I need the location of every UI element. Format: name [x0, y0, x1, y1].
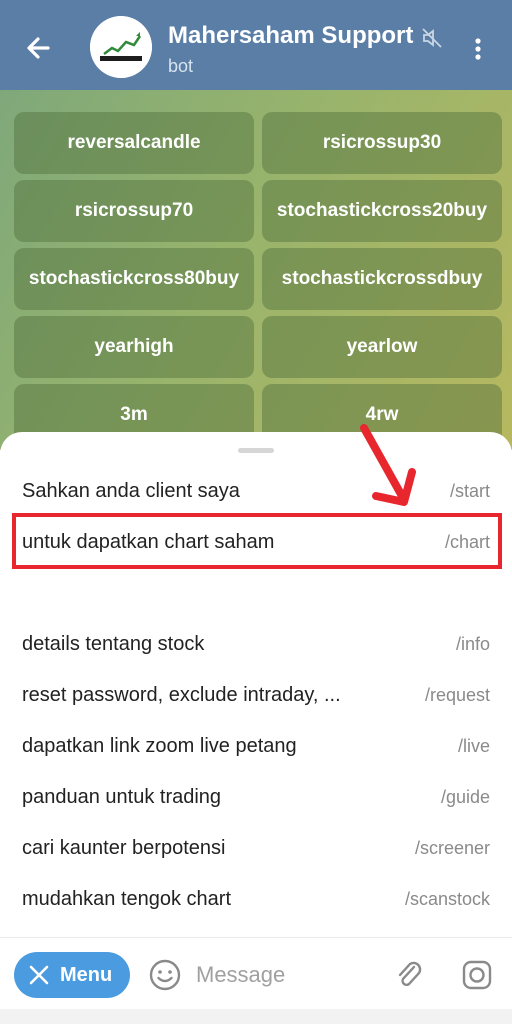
bot-avatar[interactable]: [90, 16, 152, 78]
menu-button-label: Menu: [60, 963, 113, 986]
chat-subtitle: bot: [168, 56, 194, 76]
keyboard-button[interactable]: stochastickcross20buy: [262, 180, 502, 242]
back-arrow-icon[interactable]: [20, 28, 60, 68]
keyboard-button[interactable]: stochastickcrossdbuy: [262, 248, 502, 310]
command-item-guide[interactable]: panduan untuk trading /guide: [0, 772, 512, 822]
close-icon: [29, 965, 49, 985]
keyboard-button[interactable]: rsicrossup70: [14, 180, 254, 242]
command-description: mudahkan tengok chart: [22, 887, 232, 910]
bot-logo-icon: [90, 16, 152, 78]
command-item-request[interactable]: reset password, exclude intraday, ... /r…: [0, 670, 512, 720]
command-description: Sahkan anda client saya: [22, 479, 240, 502]
command-code: /screener: [414, 837, 490, 858]
message-input-bar: Menu: [0, 937, 512, 1009]
system-nav-bar: [0, 1009, 512, 1024]
command-description: cari kaunter berpotensi: [22, 836, 226, 859]
message-input[interactable]: [196, 956, 376, 994]
command-description: details tentang stock: [22, 632, 205, 655]
command-item-scanstock[interactable]: mudahkan tengok chart /scanstock: [0, 874, 512, 924]
command-description: dapatkan link zoom live petang: [22, 734, 297, 757]
command-code: /guide: [440, 786, 490, 807]
command-item-start[interactable]: Sahkan anda client saya /start: [0, 466, 512, 516]
highlight-box: [12, 513, 502, 569]
keyboard-button[interactable]: reversalcandle: [14, 112, 254, 174]
red-arrow-icon: [360, 424, 416, 506]
keyboard-button[interactable]: rsicrossup30: [262, 112, 502, 174]
command-item-live[interactable]: dapatkan link zoom live petang /live: [0, 721, 512, 771]
keyboard-button[interactable]: yearhigh: [14, 316, 254, 378]
command-menu-sheet: Sahkan anda client saya /start untuk dap…: [0, 432, 512, 937]
command-description: panduan untuk trading: [22, 785, 222, 808]
keyboard-button[interactable]: stochastickcross80buy: [14, 248, 254, 310]
emoji-icon[interactable]: [148, 958, 182, 992]
command-item-screener[interactable]: cari kaunter berpotensi /screener: [0, 823, 512, 873]
chat-header: Mahersaham Support bot: [0, 0, 512, 90]
camera-icon[interactable]: [460, 958, 494, 992]
attachment-icon[interactable]: [392, 958, 426, 992]
command-description: reset password, exclude intraday, ...: [22, 683, 341, 706]
chat-title[interactable]: Mahersaham Support: [168, 22, 418, 50]
command-code: /live: [457, 735, 490, 756]
command-code: /info: [455, 633, 490, 654]
command-item-info[interactable]: details tentang stock /info: [0, 619, 512, 669]
command-item-obscured[interactable]: [0, 568, 512, 598]
keyboard-button[interactable]: yearlow: [262, 316, 502, 378]
sheet-drag-handle[interactable]: [238, 448, 274, 453]
menu-button[interactable]: Menu: [14, 952, 130, 998]
mute-icon: [422, 28, 442, 48]
more-options-icon[interactable]: [466, 34, 490, 64]
command-code: /start: [449, 480, 490, 501]
command-code: /request: [424, 684, 490, 705]
command-code: /scanstock: [404, 888, 490, 909]
